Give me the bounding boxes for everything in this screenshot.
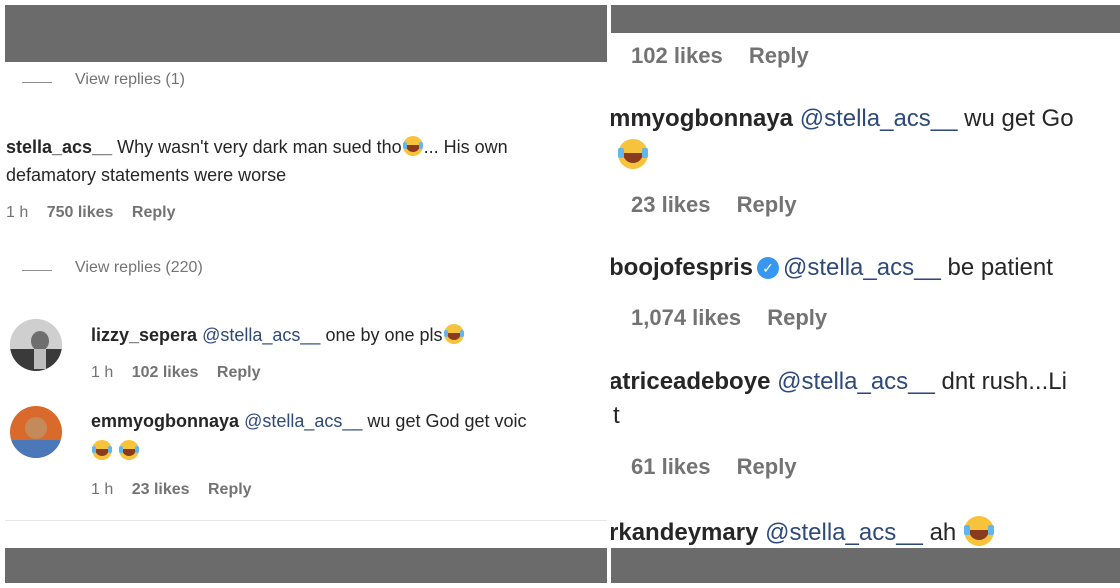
comment-body: be patient: [947, 254, 1053, 281]
reply-text-line: emmyogbonnaya @stella_acs__ wu get God g…: [91, 411, 527, 432]
comment-username[interactable]: stella_acs__: [6, 137, 112, 157]
comment-mention[interactable]: @stella_acs__: [765, 519, 923, 546]
reply-body: one by one pls: [325, 325, 443, 345]
comment-likes[interactable]: 23 likes: [631, 192, 711, 217]
comment-body-line2: defamatory statements were worse: [6, 165, 287, 185]
comment-overflow-char: t: [613, 402, 620, 429]
comment-username[interactable]: mmyogbonnaya: [611, 105, 793, 132]
comment-emoji-line: [617, 139, 649, 170]
reply-meta-row: 1 h 23 likes Reply: [91, 481, 252, 499]
comment-meta-row: 23 likes Reply: [631, 192, 797, 218]
comment-reply-button[interactable]: Reply: [767, 305, 827, 330]
left-screenshot-panel: View replies (1) stella_acs__ Why wasn't…: [0, 0, 607, 588]
replies-divider-line: [22, 270, 52, 271]
comment-text-line: atriceadeboye @stella_acs__ dnt rush...L…: [611, 368, 1067, 396]
verified-badge-icon: ✓: [757, 257, 780, 279]
comment-meta-row: 102 likes Reply: [631, 43, 809, 69]
comment-body: wu get Go: [964, 105, 1074, 132]
reply-reply-button[interactable]: Reply: [217, 364, 261, 381]
comment-likes[interactable]: 102 likes: [631, 43, 723, 68]
laughing-emoji-icon: [402, 136, 423, 156]
comment-reply-button[interactable]: Reply: [749, 43, 809, 68]
reply-body: wu get God get voic: [367, 411, 527, 431]
reply-reply-button[interactable]: Reply: [208, 481, 252, 498]
top-redaction-bar: [5, 5, 607, 62]
reply-likes[interactable]: 23 likes: [132, 481, 190, 498]
comment-body-part2: ... His own: [423, 137, 508, 157]
laughing-emoji-icon: [963, 516, 994, 546]
comment-mention[interactable]: @stella_acs__: [783, 254, 941, 281]
laughing-emoji-icon: [92, 440, 112, 460]
comment-text-line: boojofespris ✓ @stella_acs__ be patient: [611, 254, 1053, 282]
reply-time: 1 h: [91, 481, 114, 498]
right-screenshot-panel: 102 likes Reply mmyogbonnaya @stella_acs…: [611, 0, 1120, 588]
comment-likes[interactable]: 1,074 likes: [631, 305, 741, 330]
comment-reply-button[interactable]: Reply: [737, 192, 797, 217]
comment-mention[interactable]: @stella_acs__: [777, 368, 935, 395]
view-replies-link[interactable]: View replies (1): [75, 71, 185, 89]
top-redaction-bar: [611, 5, 1120, 33]
reply-time: 1 h: [91, 364, 114, 381]
laughing-emoji-icon: [119, 440, 139, 460]
comment-text-line1: stella_acs__ Why wasn't very dark man su…: [6, 136, 508, 158]
comment-username[interactable]: atriceadeboye: [611, 368, 770, 395]
comment-body: ah: [929, 519, 957, 546]
comment-reply-button[interactable]: Reply: [132, 204, 176, 221]
reply-emoji-line: [91, 440, 140, 462]
comment-likes[interactable]: 750 likes: [47, 204, 114, 221]
reply-mention[interactable]: @stella_acs__: [244, 411, 362, 431]
reply-meta-row: 1 h 102 likes Reply: [91, 364, 260, 382]
replies-divider-line: [22, 82, 52, 83]
comment-meta-row: 1,074 likes Reply: [631, 305, 827, 331]
comment-meta-row: 1 h 750 likes Reply: [6, 204, 175, 222]
reply-text-line: lizzy_sepera @stella_acs__ one by one pl…: [91, 324, 465, 346]
laughing-emoji-icon: [443, 324, 464, 344]
avatar[interactable]: [10, 319, 62, 371]
comment-meta-row: 61 likes Reply: [631, 454, 797, 480]
comment-username[interactable]: rkandeymary: [611, 519, 758, 546]
reply-username[interactable]: lizzy_sepera: [91, 325, 197, 345]
section-divider: [5, 520, 607, 521]
avatar[interactable]: [10, 406, 62, 458]
comment-username[interactable]: boojofespris: [611, 254, 753, 281]
comment-body-part1: Why wasn't very dark man sued tho: [117, 137, 402, 157]
reply-mention[interactable]: @stella_acs__: [202, 325, 320, 345]
comment-time: 1 h: [6, 204, 29, 221]
comment-text-line: mmyogbonnaya @stella_acs__ wu get Go: [611, 105, 1074, 133]
laughing-emoji-icon: [618, 139, 648, 169]
reply-likes[interactable]: 102 likes: [132, 364, 199, 381]
comment-mention[interactable]: @stella_acs__: [800, 105, 958, 132]
bottom-redaction-bar: [5, 548, 607, 583]
view-replies-link[interactable]: View replies (220): [75, 259, 203, 277]
comment-body: dnt rush...Li: [941, 368, 1067, 395]
reply-username[interactable]: emmyogbonnaya: [91, 411, 239, 431]
bottom-redaction-bar: [611, 548, 1120, 583]
comment-reply-button[interactable]: Reply: [737, 454, 797, 479]
comment-likes[interactable]: 61 likes: [631, 454, 711, 479]
comment-text-line: rkandeymary @stella_acs__ ah: [611, 516, 995, 547]
